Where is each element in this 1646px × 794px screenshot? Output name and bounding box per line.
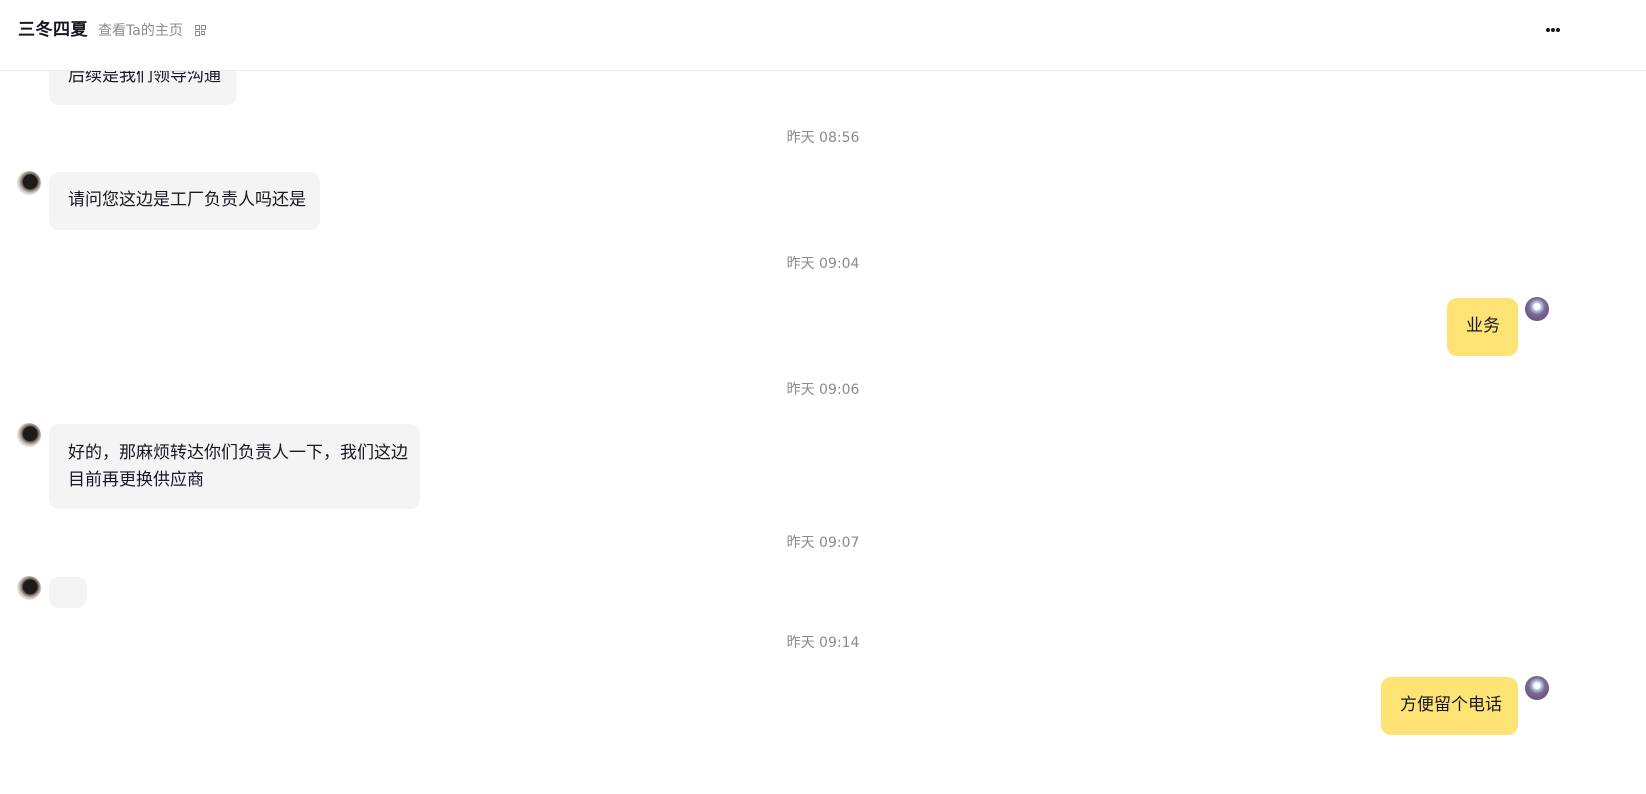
user-avatar[interactable] — [1525, 676, 1549, 700]
message-bubble-outgoing[interactable]: 业务 — [1447, 298, 1518, 356]
chat-window: 后续是我们领导沟通 昨天 08:56 请问您这边是工厂负责人吗还是 昨天 09:… — [0, 0, 1646, 794]
user-avatar[interactable] — [1525, 297, 1549, 321]
message-timestamp: 昨天 09:07 — [786, 535, 860, 551]
message-bubble-outgoing[interactable]: 方便留个电话 — [1381, 677, 1518, 735]
message-text: 请问您这边是工厂负责人吗还是 — [68, 190, 306, 210]
message-timestamp: 昨天 09:04 — [786, 256, 860, 272]
message-bubble-incoming[interactable]: 请问您这边是工厂负责人吗还是 — [49, 172, 320, 230]
message-timestamp: 昨天 09:14 — [786, 635, 860, 651]
message-text-line: 好的，那麻烦转达你们负责人一下，我们这边 — [68, 443, 408, 463]
contact-avatar[interactable] — [17, 171, 41, 195]
chat-header: 三冬四夏 查看Ta的主页 — [0, 0, 1646, 71]
message-timestamp: 昨天 08:56 — [786, 130, 860, 146]
message-text: 方便留个电话 — [1400, 695, 1502, 715]
message-list[interactable]: 后续是我们领导沟通 昨天 08:56 请问您这边是工厂负责人吗还是 昨天 09:… — [0, 0, 1646, 794]
message-bubble-incoming[interactable]: 好的，那麻烦转达你们负责人一下，我们这边 目前再更换供应商 — [49, 424, 420, 509]
message-bubble-empty[interactable] — [49, 577, 87, 608]
view-profile-link[interactable]: 查看Ta的主页 — [98, 21, 183, 41]
message-timestamp: 昨天 09:06 — [786, 382, 860, 398]
qr-code-icon[interactable] — [195, 25, 207, 37]
contact-name[interactable]: 三冬四夏 — [18, 19, 88, 41]
contact-avatar[interactable] — [17, 423, 41, 447]
message-text-line: 目前再更换供应商 — [68, 470, 204, 490]
contact-avatar[interactable] — [17, 576, 41, 600]
more-horizontal-icon[interactable] — [1538, 20, 1566, 40]
message-text: 业务 — [1466, 316, 1500, 336]
